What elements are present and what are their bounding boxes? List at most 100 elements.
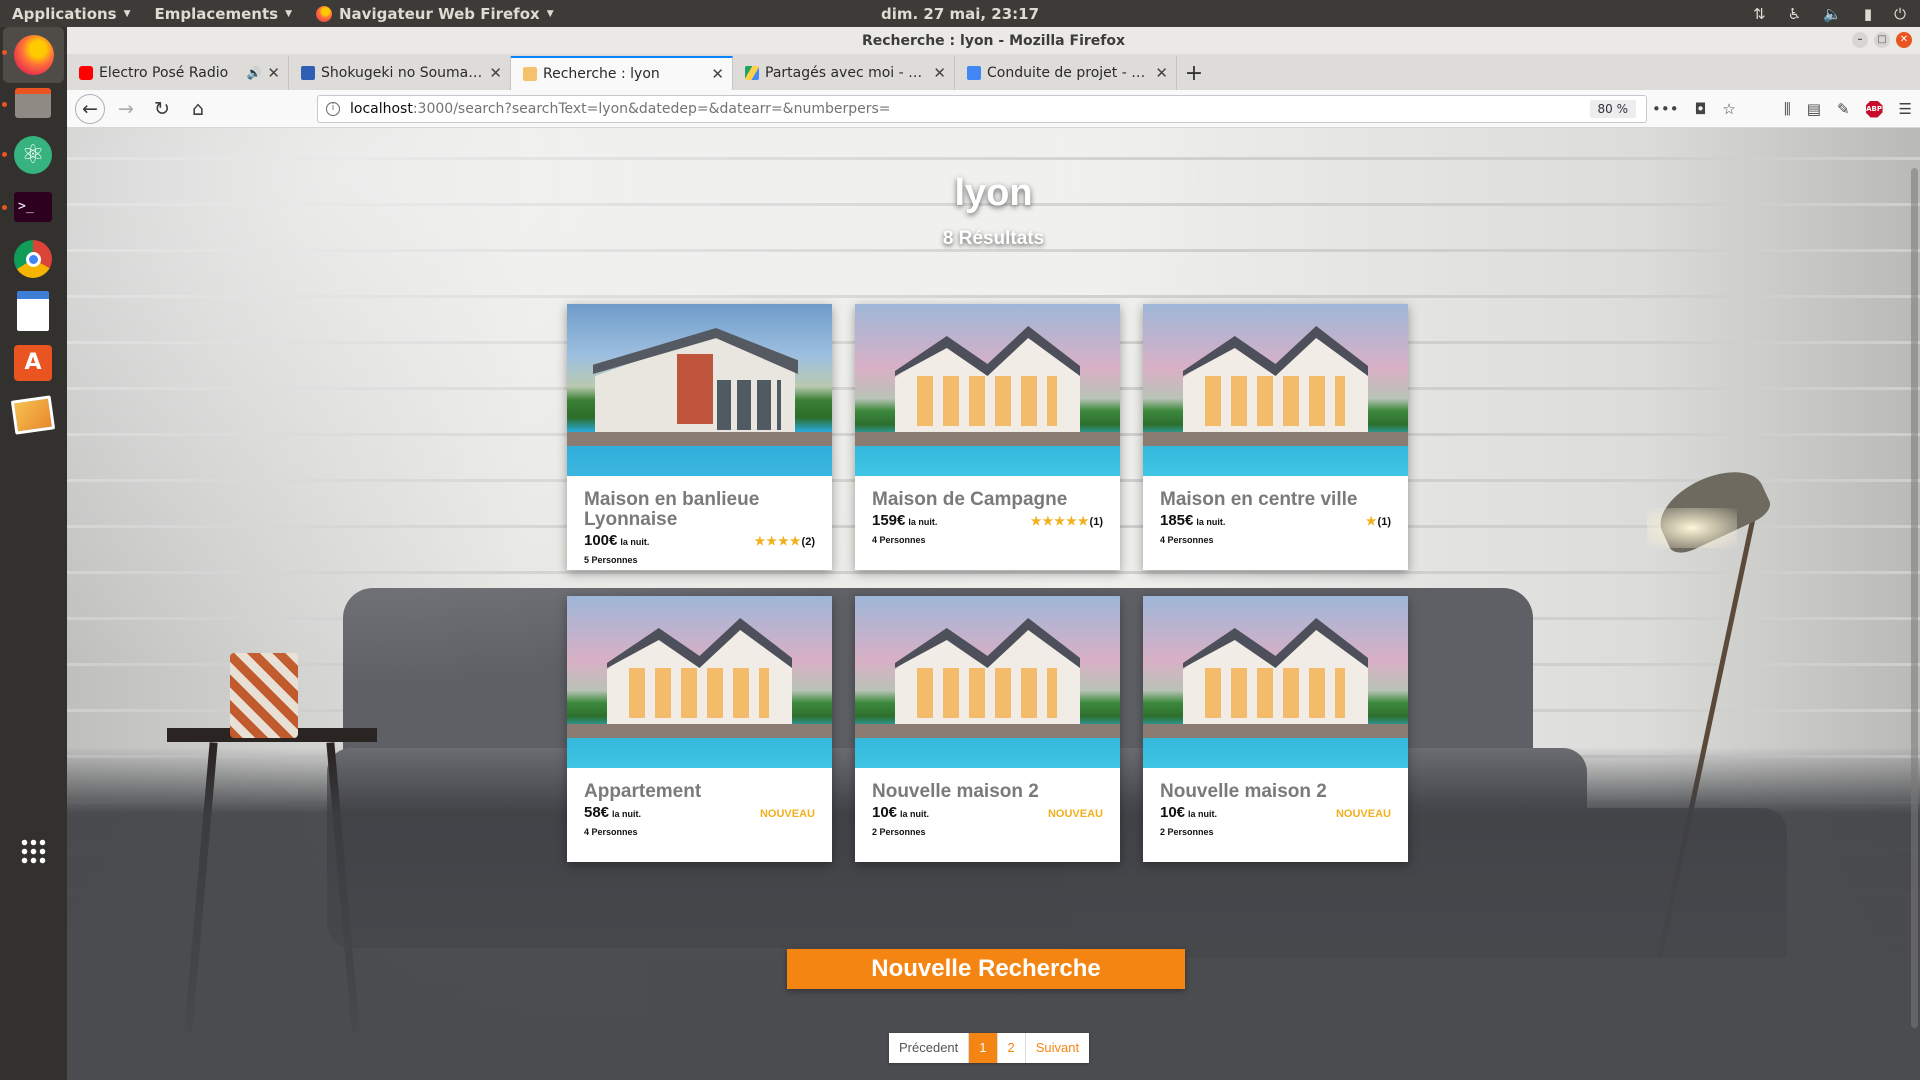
listing-title[interactable]: Maison de Campagne: [872, 490, 1103, 510]
launcher-software-center[interactable]: A: [9, 339, 57, 387]
chrome-icon: [14, 240, 52, 278]
window-titlebar: Recherche : lyon - Mozilla Firefox – □ ✕: [67, 27, 1920, 54]
close-icon[interactable]: ✕: [489, 64, 502, 82]
launcher-photos[interactable]: [9, 391, 57, 439]
sidebar-icon[interactable]: ▤: [1807, 100, 1821, 118]
shopping-bag-icon: A: [14, 345, 52, 381]
launcher-chrome[interactable]: [9, 235, 57, 283]
listing-persons: 4 Personnes: [584, 827, 638, 837]
pagination: Précedent 1 2 Suivant: [889, 1033, 1090, 1063]
new-tab-button[interactable]: +: [1177, 56, 1211, 90]
listing-photo[interactable]: [567, 304, 832, 476]
hamburger-menu-icon[interactable]: ☰: [1899, 100, 1912, 118]
app-grid-icon: [20, 838, 46, 864]
volume-icon[interactable]: 🔈: [1823, 5, 1842, 23]
info-icon[interactable]: i: [326, 102, 340, 116]
listing-title[interactable]: Nouvelle maison 2: [1160, 782, 1391, 802]
previous-page-button[interactable]: Précedent: [889, 1033, 970, 1063]
launcher-document-viewer[interactable]: [9, 287, 57, 335]
results-grid: Maison en banlieue Lyonnaise 100€ la nuit…: [567, 304, 1417, 862]
listing-price: 10€ la nuit.: [1160, 804, 1218, 821]
firefox-icon: [13, 35, 54, 75]
home-icon: ⌂: [191, 97, 205, 120]
browser-app-menu-label: Navigateur Web Firefox: [338, 4, 540, 23]
launcher-atom[interactable]: ⚛: [9, 131, 57, 179]
power-icon[interactable]: ⏻: [1894, 5, 1906, 23]
new-badge: NOUVEAU: [1047, 808, 1103, 820]
back-button[interactable]: ←: [75, 93, 105, 124]
pocket-icon[interactable]: ◘: [1695, 100, 1707, 118]
page-icon: [523, 67, 537, 81]
navigation-toolbar: ← → ↻ ⌂ i localhost :3000/search?searchT…: [67, 90, 1920, 128]
listing-card[interactable]: Maison de Campagne 159€ la nuit. ★★★★★(1)…: [855, 304, 1120, 570]
new-search-button[interactable]: Nouvelle Recherche: [787, 949, 1185, 989]
photos-icon: [10, 395, 56, 435]
launcher-terminal[interactable]: >_: [9, 183, 57, 231]
tab-conduite-de-projet[interactable]: Conduite de projet - Goo ✕: [955, 56, 1177, 90]
close-icon[interactable]: ✕: [711, 65, 724, 83]
maximize-icon[interactable]: □: [1874, 32, 1890, 48]
review-count: (1): [1089, 516, 1103, 528]
star-rating-icon: ★★★★: [754, 534, 802, 548]
minimize-icon[interactable]: –: [1852, 32, 1868, 48]
listing-card[interactable]: Nouvelle maison 2 10€ la nuit. NOUVEAU 2 …: [855, 596, 1120, 862]
applications-menu[interactable]: Applications ▼: [0, 0, 143, 27]
listing-card[interactable]: Maison en banlieue Lyonnaise 100€ la nuit…: [567, 304, 832, 570]
launcher-files[interactable]: [9, 79, 57, 127]
home-button[interactable]: ⌂: [183, 94, 213, 124]
pen-icon[interactable]: ✎: [1837, 100, 1850, 118]
show-applications-button[interactable]: [9, 827, 57, 875]
listing-card[interactable]: Appartement 58€ la nuit. NOUVEAU 4 Person…: [567, 596, 832, 862]
listing-title[interactable]: Nouvelle maison 2: [872, 782, 1103, 802]
star-icon[interactable]: ☆: [1722, 100, 1735, 118]
scrollbar-thumb[interactable]: [1911, 168, 1918, 1028]
forward-button[interactable]: →: [111, 94, 141, 124]
battery-icon[interactable]: ▮: [1864, 5, 1872, 23]
listing-persons: 4 Personnes: [1160, 535, 1214, 545]
new-badge: NOUVEAU: [1335, 808, 1391, 820]
adblock-icon[interactable]: ABP: [1865, 100, 1883, 118]
zoom-level-badge[interactable]: 80 %: [1589, 100, 1636, 118]
document-icon: [17, 291, 49, 331]
page-2-button[interactable]: 2: [998, 1033, 1026, 1063]
page-actions: ••• ◘ ☆: [1652, 90, 1736, 128]
page-1-button[interactable]: 1: [969, 1033, 998, 1063]
page-scrollbar[interactable]: [1908, 128, 1920, 1080]
listing-card[interactable]: Maison en centre ville 185€ la nuit. ★(1)…: [1143, 304, 1408, 570]
launcher-firefox[interactable]: [3, 27, 64, 83]
next-page-button[interactable]: Suivant: [1026, 1033, 1089, 1063]
accessibility-icon[interactable]: ♿: [1788, 5, 1801, 23]
star-rating-icon: ★★★★★: [1030, 514, 1090, 528]
browser-app-menu[interactable]: Navigateur Web Firefox ▼: [304, 0, 566, 27]
new-badge: NOUVEAU: [759, 808, 815, 820]
listing-photo[interactable]: [855, 596, 1120, 768]
tab-shokugeki[interactable]: Shokugeki no Souma : Ni ✕: [289, 56, 511, 90]
running-indicator: [2, 205, 7, 210]
network-icon[interactable]: ⇅: [1753, 5, 1766, 23]
panel-clock[interactable]: dim. 27 mai, 23:17: [881, 5, 1039, 23]
tab-partages-avec-moi[interactable]: Partagés avec moi - Goo ✕: [733, 56, 955, 90]
more-actions-icon[interactable]: •••: [1652, 100, 1679, 118]
close-icon[interactable]: ✕: [933, 64, 946, 82]
listing-title[interactable]: Appartement: [584, 782, 815, 802]
close-icon[interactable]: ✕: [1155, 64, 1168, 82]
tab-electro-pose-radio[interactable]: Electro Posé Radio 🔊 ✕: [67, 56, 289, 90]
close-icon[interactable]: ✕: [1896, 32, 1912, 48]
listing-photo[interactable]: [1143, 304, 1408, 476]
url-bar[interactable]: i localhost :3000/search?searchText=lyon…: [317, 95, 1647, 123]
places-menu[interactable]: Emplacements ▼: [143, 0, 304, 27]
listing-photo[interactable]: [1143, 596, 1408, 768]
listing-photo[interactable]: [855, 304, 1120, 476]
listing-photo[interactable]: [567, 596, 832, 768]
listing-persons: 2 Personnes: [1160, 827, 1214, 837]
tab-recherche-lyon[interactable]: Recherche : lyon ✕: [511, 56, 733, 90]
close-icon[interactable]: ✕: [267, 64, 280, 82]
review-count: (2): [801, 536, 815, 548]
listing-rating: ★★★★(2): [755, 534, 815, 548]
listing-title[interactable]: Maison en banlieue Lyonnaise: [584, 490, 815, 530]
speaker-icon[interactable]: 🔊: [246, 66, 261, 80]
listing-card[interactable]: Nouvelle maison 2 10€ la nuit. NOUVEAU 2 …: [1143, 596, 1408, 862]
library-icon[interactable]: ⫼: [1784, 100, 1791, 118]
listing-title[interactable]: Maison en centre ville: [1160, 490, 1391, 510]
reload-button[interactable]: ↻: [147, 94, 177, 124]
